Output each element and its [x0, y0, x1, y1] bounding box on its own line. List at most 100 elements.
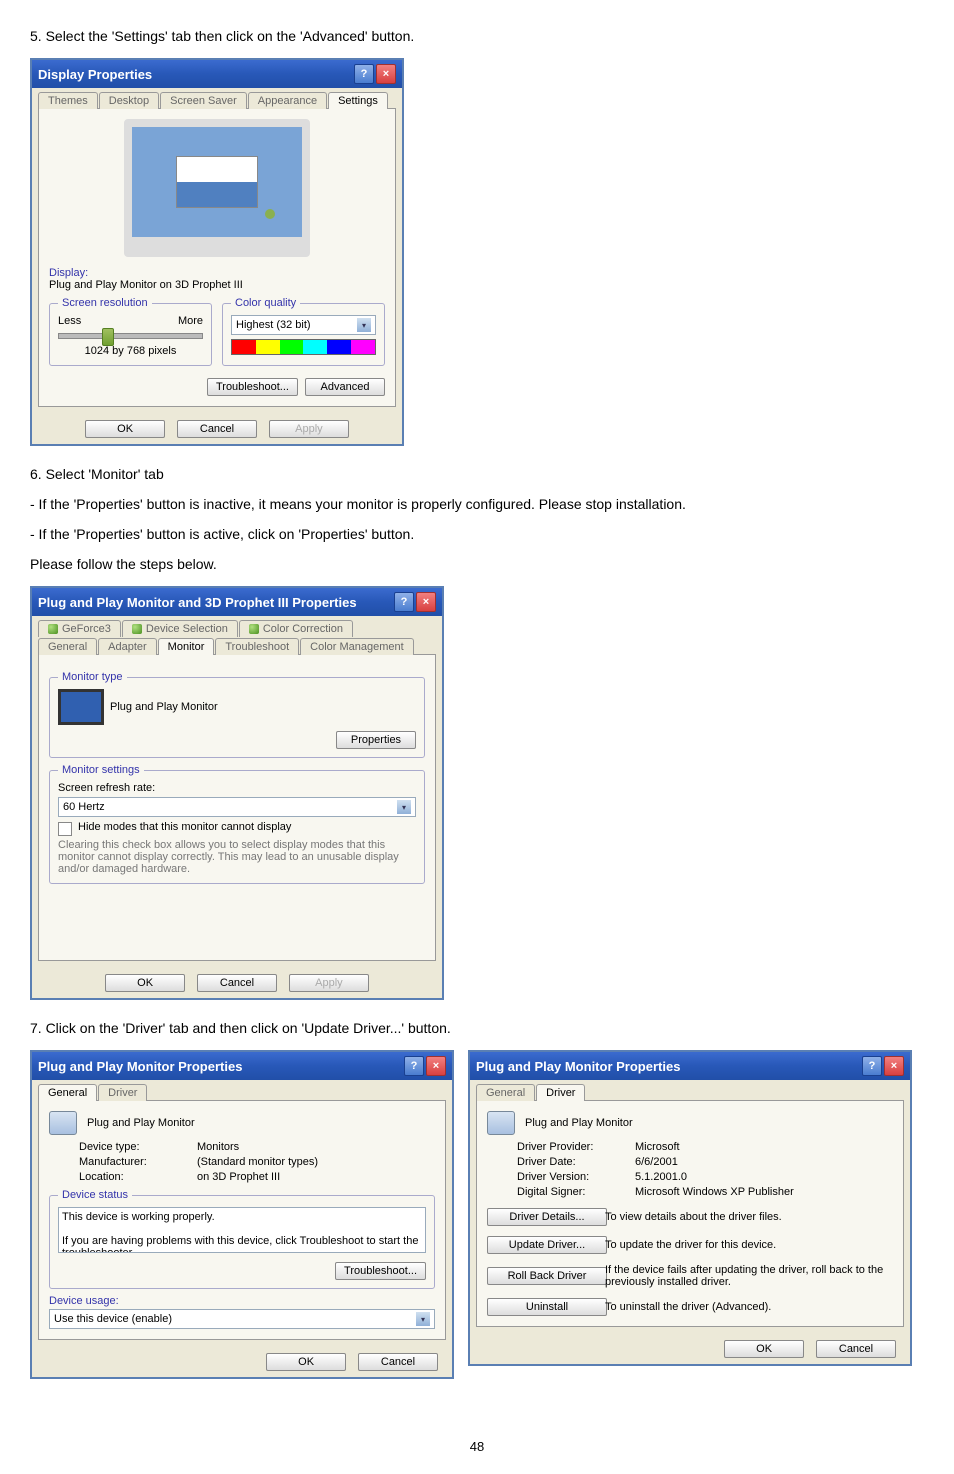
pnp-driver-dialog: Plug and Play Monitor Properties ? × Gen…: [468, 1050, 912, 1366]
tab-general[interactable]: General: [38, 638, 97, 655]
refresh-label: Screen refresh rate:: [58, 782, 416, 794]
status-text: [58, 1207, 426, 1253]
troubleshoot-button[interactable]: Troubleshoot...: [335, 1262, 426, 1280]
titlebar: Display Properties ? ×: [32, 60, 402, 88]
update-desc: To update the driver for this device.: [605, 1239, 893, 1251]
step6-title: 6. Select 'Monitor' tab: [30, 466, 924, 482]
page-number: 48: [30, 1439, 924, 1454]
tab-desktop[interactable]: Desktop: [99, 92, 159, 109]
tab-general[interactable]: General: [476, 1084, 535, 1101]
close-icon[interactable]: ×: [426, 1056, 446, 1076]
res-less: Less: [58, 315, 81, 327]
colorquality-combo[interactable]: Highest (32 bit) ▾: [231, 315, 376, 335]
tabbar: Themes Desktop Screen Saver Appearance S…: [32, 88, 402, 108]
help-icon[interactable]: ?: [394, 592, 414, 612]
ok-button[interactable]: OK: [105, 974, 185, 992]
titlebar: Plug and Play Monitor Properties ? ×: [32, 1052, 452, 1080]
monitor-icon: [487, 1111, 515, 1135]
tab-themes[interactable]: Themes: [38, 92, 98, 109]
monitor-icon: [49, 1111, 77, 1135]
status-legend: Device status: [58, 1189, 132, 1201]
provider-value: Microsoft: [635, 1141, 893, 1153]
manuf-label: Manufacturer:: [79, 1156, 189, 1168]
monsettings-legend: Monitor settings: [58, 764, 144, 776]
update-driver-button[interactable]: Update Driver...: [487, 1236, 607, 1254]
usage-combo[interactable]: Use this device (enable) ▾: [49, 1309, 435, 1329]
cancel-button[interactable]: Cancel: [197, 974, 277, 992]
signer-label: Digital Signer:: [517, 1186, 627, 1198]
tab-geforce3[interactable]: GeForce3: [38, 620, 121, 637]
hide-modes-checkbox[interactable]: [58, 822, 72, 836]
date-value: 6/6/2001: [635, 1156, 893, 1168]
date-label: Driver Date:: [517, 1156, 627, 1168]
cancel-button[interactable]: Cancel: [358, 1353, 438, 1371]
step5-text: 5. Select the 'Settings' tab then click …: [30, 28, 924, 44]
close-icon[interactable]: ×: [884, 1056, 904, 1076]
tab-color-management[interactable]: Color Management: [300, 638, 414, 655]
resolution-legend: Screen resolution: [58, 297, 152, 309]
tab-driver[interactable]: Driver: [536, 1084, 585, 1101]
tab-adapter[interactable]: Adapter: [98, 638, 157, 655]
rollback-button[interactable]: Roll Back Driver: [487, 1267, 607, 1285]
nvidia-icon: [132, 624, 142, 634]
device-name: Plug and Play Monitor: [87, 1117, 195, 1129]
titlebar: Plug and Play Monitor and 3D Prophet III…: [32, 588, 442, 616]
resolution-slider[interactable]: [58, 333, 203, 339]
chevron-down-icon: ▾: [397, 800, 411, 814]
chevron-down-icon: ▾: [357, 318, 371, 332]
res-more: More: [178, 315, 203, 327]
refresh-value: 60 Hertz: [63, 801, 105, 813]
driver-details-button[interactable]: Driver Details...: [487, 1208, 607, 1226]
step6-line1: - If the 'Properties' button is inactive…: [30, 496, 924, 512]
version-label: Driver Version:: [517, 1171, 627, 1183]
tab-driver[interactable]: Driver: [98, 1084, 147, 1101]
hide-modes-label: Hide modes that this monitor cannot disp…: [78, 821, 291, 833]
tab-screensaver[interactable]: Screen Saver: [160, 92, 247, 109]
ok-button[interactable]: OK: [724, 1340, 804, 1358]
tab-monitor[interactable]: Monitor: [158, 638, 215, 655]
help-icon[interactable]: ?: [354, 64, 374, 84]
cancel-button[interactable]: Cancel: [816, 1340, 896, 1358]
uninstall-desc: To uninstall the driver (Advanced).: [605, 1301, 893, 1313]
ok-button[interactable]: OK: [266, 1353, 346, 1371]
loc-label: Location:: [79, 1171, 189, 1183]
display-value: Plug and Play Monitor on 3D Prophet III: [49, 279, 385, 291]
tab-settings[interactable]: Settings: [328, 92, 388, 109]
montype-legend: Monitor type: [58, 671, 127, 683]
tab-color-correction[interactable]: Color Correction: [239, 620, 353, 637]
apply-button: Apply: [269, 420, 349, 438]
help-icon[interactable]: ?: [862, 1056, 882, 1076]
tab-general[interactable]: General: [38, 1084, 97, 1101]
colorquality-legend: Color quality: [231, 297, 300, 309]
provider-label: Driver Provider:: [517, 1141, 627, 1153]
help-icon[interactable]: ?: [404, 1056, 424, 1076]
usage-value: Use this device (enable): [54, 1313, 172, 1325]
properties-button[interactable]: Properties: [336, 731, 416, 749]
apply-button: Apply: [289, 974, 369, 992]
tab-troubleshoot[interactable]: Troubleshoot: [215, 638, 299, 655]
manuf-value: (Standard monitor types): [197, 1156, 435, 1168]
montype-value: Plug and Play Monitor: [110, 701, 218, 713]
close-icon[interactable]: ×: [376, 64, 396, 84]
signer-value: Microsoft Windows XP Publisher: [635, 1186, 893, 1198]
hide-modes-desc: Clearing this check box allows you to se…: [58, 839, 416, 875]
display-properties-dialog: Display Properties ? × Themes Desktop Sc…: [30, 58, 404, 446]
uninstall-button[interactable]: Uninstall: [487, 1298, 607, 1316]
nvidia-icon: [48, 624, 58, 634]
monitor-properties-dialog: Plug and Play Monitor and 3D Prophet III…: [30, 586, 444, 1000]
preview-monitor: [124, 119, 310, 257]
step6-line3: Please follow the steps below.: [30, 556, 924, 572]
devtype-value: Monitors: [197, 1141, 435, 1153]
dialog-title: Plug and Play Monitor Properties: [38, 1059, 242, 1074]
tab-appearance[interactable]: Appearance: [248, 92, 327, 109]
troubleshoot-button[interactable]: Troubleshoot...: [207, 378, 298, 396]
advanced-button[interactable]: Advanced: [305, 378, 385, 396]
cancel-button[interactable]: Cancel: [177, 420, 257, 438]
close-icon[interactable]: ×: [416, 592, 436, 612]
refresh-combo[interactable]: 60 Hertz ▾: [58, 797, 416, 817]
nvidia-icon: [249, 624, 259, 634]
devtype-label: Device type:: [79, 1141, 189, 1153]
tab-device-selection[interactable]: Device Selection: [122, 620, 238, 637]
ok-button[interactable]: OK: [85, 420, 165, 438]
chevron-down-icon: ▾: [416, 1312, 430, 1326]
